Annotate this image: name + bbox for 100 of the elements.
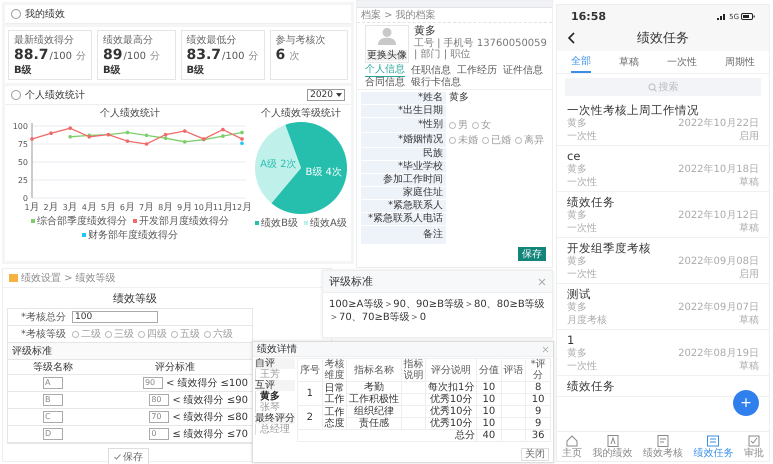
column-header: 评语 (501, 358, 526, 382)
score-rule: 绩效得分 ≤80 (184, 410, 248, 424)
close-icon[interactable] (542, 346, 549, 352)
column-header: 分值 (476, 358, 502, 382)
field-label: 民族 (422, 148, 444, 160)
radio-option[interactable]: 六级 (204, 327, 233, 341)
field-label: 参加工作时间 (382, 174, 444, 186)
table-cell: 优秀10分 (426, 394, 477, 406)
stat-unit: 分 (150, 50, 160, 63)
profile-tab[interactable]: 银行卡信息 (411, 77, 461, 89)
circle-icon (11, 90, 21, 100)
data-point (221, 134, 225, 138)
task-item[interactable]: 绩效任务 黄多 2022年10月12日 一次性 草稿 (557, 192, 769, 238)
table-cell: 优秀10分 (426, 418, 477, 430)
task-status: 启用 (739, 130, 759, 143)
document-icon (706, 434, 720, 448)
task-type: 月度考核 (567, 314, 607, 327)
score-field[interactable]: 90 (142, 377, 163, 389)
stat-grade: B级 (14, 64, 33, 77)
field-label: 家庭住址 (402, 187, 444, 199)
score-field[interactable]: 0 (149, 428, 170, 440)
filter-tab[interactable]: 一次性 (667, 54, 697, 73)
save-button[interactable]: 保存 (108, 448, 149, 464)
table-cell: 2 (298, 406, 322, 430)
add-button[interactable]: + (733, 390, 759, 416)
stat-max: /100 (222, 51, 245, 62)
grade-name-field[interactable]: D (43, 428, 63, 440)
filter-tab[interactable]: 全部 (571, 54, 591, 73)
change-avatar-button[interactable]: 更换头像 (367, 50, 407, 61)
data-point (182, 140, 187, 144)
task-item[interactable]: 1 黄多 2022年08月19日 一次性 草稿 (557, 330, 769, 376)
stat-value: 83.7 (186, 47, 222, 63)
save-button[interactable]: 保存 (518, 247, 546, 261)
radio-option[interactable]: 已婚 (482, 133, 511, 147)
score-rule: 绩效得分 ≤100 (177, 376, 248, 390)
section-title: 评级标准 (8, 343, 252, 360)
profile-tab[interactable]: 证件信息 (503, 64, 543, 77)
folder-icon (9, 274, 18, 282)
nav-tab[interactable]: 主页 (562, 434, 582, 459)
table-cell: 组织纪律 (346, 406, 402, 418)
comparison-sign: < (172, 412, 181, 422)
table-cell: 工作态度 (322, 406, 347, 430)
reviewer-group[interactable]: 自评 (255, 358, 295, 369)
input-field[interactable]: 黄多 (446, 92, 550, 104)
reviewer-item[interactable]: 黄多 (255, 391, 295, 402)
axis-tick-label: 5月 (100, 202, 116, 213)
nav-tab[interactable]: 绩效考核 (642, 434, 683, 459)
column-header: 序号 (298, 358, 322, 382)
data-point (240, 130, 244, 134)
close-button[interactable]: 关闭 (521, 448, 549, 461)
task-item[interactable]: 开发组季度考核 黄多 2022年09月08日 一次性 启用 (557, 238, 769, 284)
data-point (144, 134, 148, 138)
task-status: 草稿 (739, 360, 759, 373)
radio-option[interactable]: 女 (472, 118, 491, 132)
close-icon[interactable] (538, 278, 546, 286)
reviewer-group[interactable]: 互评 (255, 380, 295, 391)
task-date: 2022年10月22日 (678, 118, 759, 130)
task-item[interactable]: 测试 黄多 2022年09月07日 月度考核 草稿 (557, 284, 769, 330)
score-field[interactable]: 70 (149, 411, 170, 423)
task-item[interactable]: 一次性考核上周工作情况 黄多 2022年10月22日 一次性 启用 (557, 100, 769, 146)
back-icon[interactable] (567, 32, 575, 44)
year-select[interactable]: 2020 (307, 89, 345, 101)
table-cell: 9 (526, 406, 550, 418)
score-field[interactable]: 80 (149, 394, 170, 406)
grade-name-field[interactable]: C (43, 411, 63, 423)
nav-tab[interactable]: 审批 (744, 434, 764, 459)
radio-option[interactable]: 三级 (105, 327, 134, 341)
profile-tab[interactable]: 工作经历 (457, 64, 497, 77)
axis-tick-label: 100 (12, 122, 28, 131)
profile-tab[interactable]: 任职信息 (411, 64, 451, 77)
radio-option[interactable]: 未婚 (449, 133, 478, 147)
radio-option[interactable]: 五级 (171, 327, 200, 341)
nav-tab[interactable]: 绩效任务 (693, 434, 734, 459)
nav-tab[interactable]: 我的绩效 (592, 434, 633, 459)
reviewer-item[interactable]: 总经理 (255, 424, 295, 435)
grade-name-field[interactable]: A (43, 377, 63, 389)
input-field[interactable]: 100 (72, 311, 158, 323)
stat-value: 89 (103, 47, 122, 63)
filter-tab[interactable]: 草稿 (619, 54, 639, 73)
task-date: 2022年09月08日 (678, 256, 759, 268)
reviewer-group[interactable]: 最终评分 (255, 413, 295, 424)
radio-option[interactable]: 男 (449, 118, 468, 132)
radio-option[interactable]: 四级 (138, 327, 167, 341)
stat-grade: B级 (103, 64, 122, 77)
column-header: 评分说明 (426, 358, 477, 382)
comparison-sign: ≤ (172, 428, 181, 440)
table-cell: 10 (476, 418, 502, 430)
data-point (49, 131, 53, 135)
grade-name-field[interactable]: B (43, 394, 63, 406)
radio-option[interactable]: 离异 (515, 133, 544, 147)
filter-tab[interactable]: 周期性 (725, 54, 755, 73)
task-item[interactable]: ce 黄多 2022年10月18日 一次性 草稿 (557, 146, 769, 192)
employee-info: 工号 | 手机号 13760050059 | 部门 | 职位 (414, 38, 548, 60)
field-label: *婚姻情况 (397, 134, 444, 146)
profile-tab[interactable]: 合同信息 (365, 77, 405, 89)
data-point (221, 128, 225, 132)
task-title: 绩效任务 (567, 379, 616, 394)
task-title: 测试 (567, 287, 592, 302)
profile-tab[interactable]: 个人信息 (365, 64, 405, 77)
radio-option[interactable]: 二级 (72, 327, 101, 341)
